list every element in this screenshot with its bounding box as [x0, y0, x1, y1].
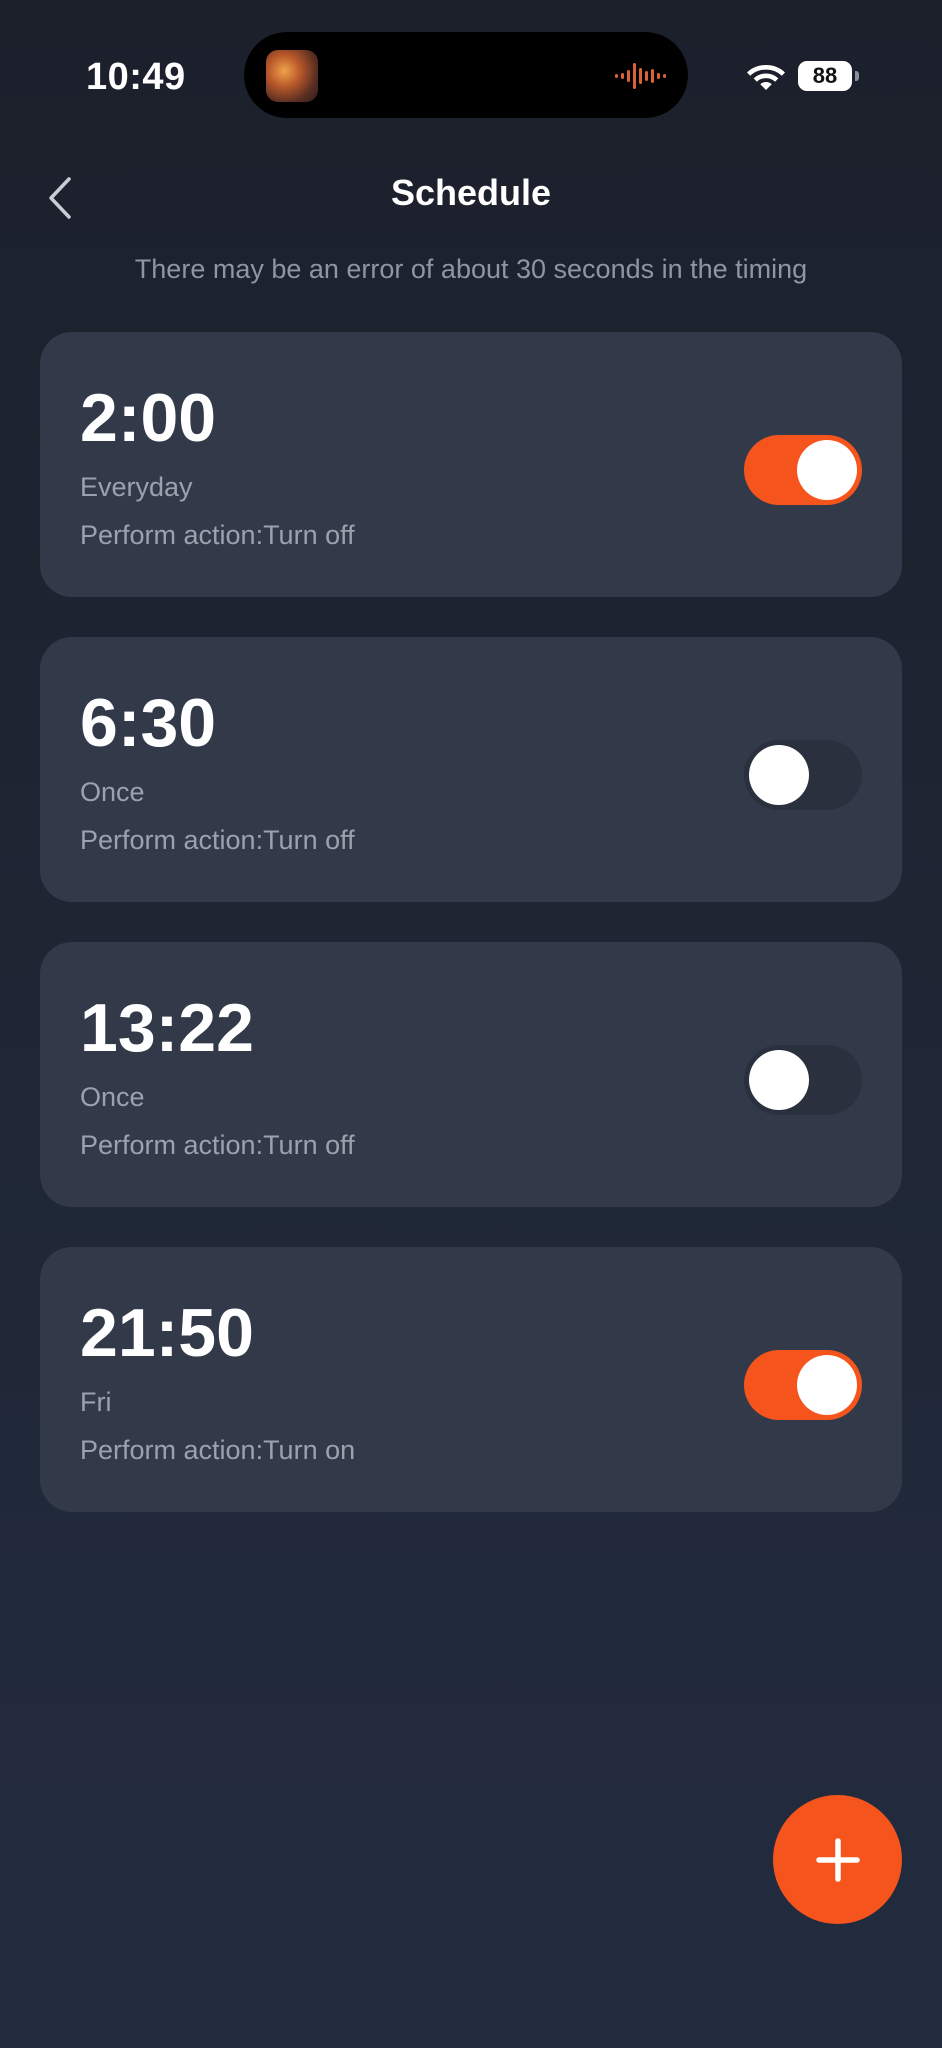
- schedule-action: Perform action:Turn off: [80, 825, 355, 855]
- toggle-knob: [749, 745, 809, 805]
- status-indicators: 88: [746, 56, 859, 96]
- audio-waveform-icon: [615, 63, 666, 89]
- status-time: 10:49: [86, 56, 186, 98]
- timing-error-notice: There may be an error of about 30 second…: [134, 254, 808, 284]
- schedule-repeat: Fri: [80, 1387, 112, 1417]
- battery-nub: [855, 71, 859, 81]
- schedule-time: 13:22: [80, 990, 254, 1066]
- schedule-action: Perform action:Turn off: [80, 1130, 355, 1160]
- schedule-toggle[interactable]: [744, 1350, 862, 1420]
- plus-icon: [815, 1837, 860, 1882]
- schedule-time: 2:00: [80, 380, 217, 456]
- status-bar: 10:49 88: [0, 0, 942, 120]
- schedule-card[interactable]: 2:00 Everyday Perform action:Turn off: [40, 332, 902, 597]
- dynamic-island[interactable]: [244, 32, 688, 118]
- toggle-knob: [797, 1355, 857, 1415]
- wifi-icon: [747, 65, 785, 90]
- schedule-toggle[interactable]: [744, 435, 862, 505]
- schedule-card[interactable]: 6:30 Once Perform action:Turn off: [40, 637, 902, 902]
- schedule-action: Perform action:Turn on: [80, 1435, 356, 1465]
- schedule-toggle[interactable]: [744, 740, 862, 810]
- schedule-card[interactable]: 21:50 Fri Perform action:Turn on: [40, 1247, 902, 1512]
- page-title: Schedule: [390, 172, 552, 213]
- schedule-repeat: Once: [80, 777, 145, 807]
- schedule-time: 6:30: [80, 685, 217, 761]
- toggle-knob: [749, 1050, 809, 1110]
- battery-indicator: 88: [798, 61, 859, 91]
- battery-level: 88: [812, 63, 838, 88]
- toggle-knob: [797, 440, 857, 500]
- schedule-repeat: Once: [80, 1082, 145, 1112]
- now-playing-artwork: [266, 50, 318, 102]
- schedule-toggle[interactable]: [744, 1045, 862, 1115]
- schedule-card[interactable]: 13:22 Once Perform action:Turn off: [40, 942, 902, 1207]
- schedule-repeat: Everyday: [80, 472, 193, 502]
- schedule-time: 21:50: [80, 1295, 254, 1371]
- schedule-action: Perform action:Turn off: [80, 520, 355, 550]
- add-schedule-button[interactable]: [773, 1795, 902, 1924]
- schedule-list: 2:00 Everyday Perform action:Turn off 6:…: [40, 332, 902, 1552]
